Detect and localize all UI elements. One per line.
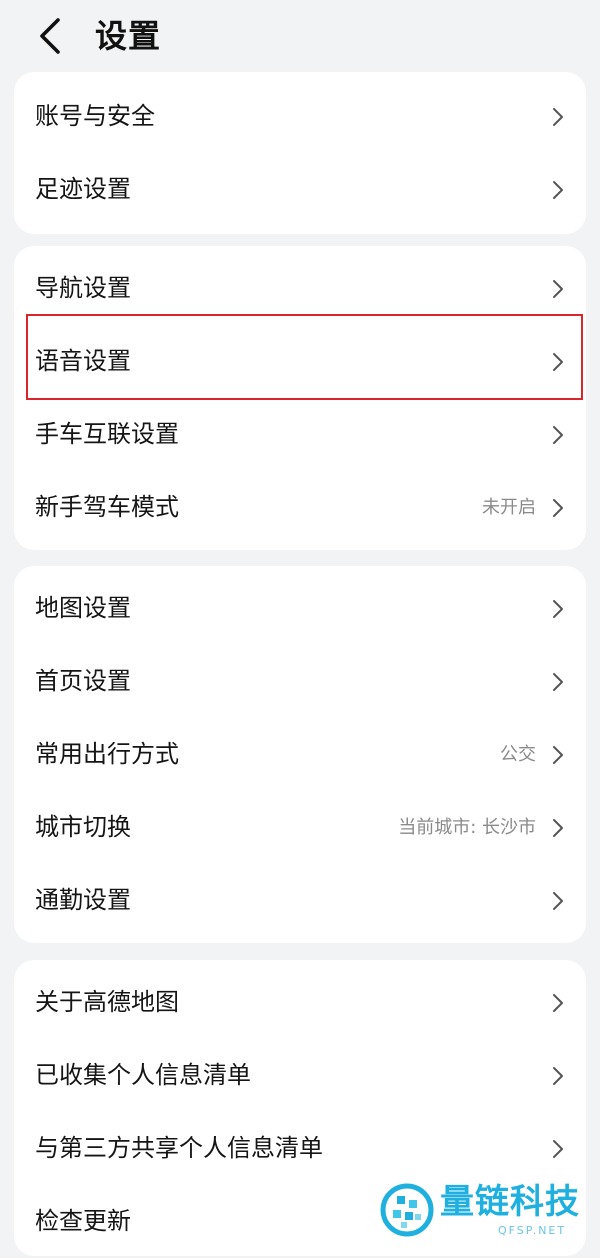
settings-group-map: 地图设置 首页设置 常用出行方式 公交 城市切换 当前城市: 长沙市 通勤设置 <box>14 566 586 943</box>
settings-row-novice-driving[interactable]: 新手驾车模式 未开启 <box>14 471 586 544</box>
settings-row-travel-mode[interactable]: 常用出行方式 公交 <box>14 718 586 791</box>
settings-row-about[interactable]: 关于高德地图 <box>14 966 586 1039</box>
chevron-right-icon <box>552 672 564 692</box>
chevron-right-icon <box>552 425 564 445</box>
row-label: 城市切换 <box>35 813 131 841</box>
settings-row-collected-info[interactable]: 已收集个人信息清单 <box>14 1039 586 1112</box>
row-label: 检查更新 <box>35 1207 131 1235</box>
row-value: 未开启 <box>482 497 536 518</box>
chevron-right-icon <box>552 599 564 619</box>
row-label: 语音设置 <box>35 347 131 375</box>
watermark: 量链科技 QFSP.NET <box>378 1180 600 1242</box>
settings-row-city-switch[interactable]: 城市切换 当前城市: 长沙市 <box>14 791 586 864</box>
row-label: 足迹设置 <box>35 175 131 203</box>
page-title: 设置 <box>95 17 162 55</box>
settings-row-voice[interactable]: 语音设置 <box>14 325 586 398</box>
back-button[interactable] <box>30 12 74 60</box>
row-label: 导航设置 <box>35 274 131 302</box>
chevron-left-icon <box>40 18 60 54</box>
row-label: 与第三方共享个人信息清单 <box>35 1134 323 1162</box>
settings-row-homepage[interactable]: 首页设置 <box>14 645 586 718</box>
settings-row-commute[interactable]: 通勤设置 <box>14 864 586 937</box>
chevron-right-icon <box>552 993 564 1013</box>
settings-row-navigation[interactable]: 导航设置 <box>14 252 586 325</box>
settings-row-shared-info[interactable]: 与第三方共享个人信息清单 <box>14 1112 586 1185</box>
chevron-right-icon <box>552 279 564 299</box>
settings-row-car-connect[interactable]: 手车互联设置 <box>14 398 586 471</box>
watermark-logo-icon <box>380 1183 434 1237</box>
watermark-subtext: QFSP.NET <box>498 1224 567 1237</box>
chevron-right-icon <box>552 1066 564 1086</box>
settings-row-map[interactable]: 地图设置 <box>14 572 586 645</box>
header-bar: 设置 <box>0 0 600 70</box>
row-label: 手车互联设置 <box>35 420 179 448</box>
row-label: 常用出行方式 <box>35 740 179 768</box>
row-label: 通勤设置 <box>35 886 131 914</box>
chevron-right-icon <box>552 818 564 838</box>
row-value: 公交 <box>500 744 536 765</box>
row-label: 已收集个人信息清单 <box>35 1061 251 1089</box>
settings-row-footprint[interactable]: 足迹设置 <box>14 153 586 226</box>
chevron-right-icon <box>552 1139 564 1159</box>
row-label: 首页设置 <box>35 667 131 695</box>
chevron-right-icon <box>552 107 564 127</box>
chevron-right-icon <box>552 180 564 200</box>
row-label: 新手驾车模式 <box>35 493 179 521</box>
chevron-right-icon <box>552 498 564 518</box>
row-label: 地图设置 <box>35 594 131 622</box>
chevron-right-icon <box>552 352 564 372</box>
row-label: 账号与安全 <box>35 102 155 130</box>
row-label: 关于高德地图 <box>35 988 179 1016</box>
watermark-text: 量链科技 <box>440 1182 580 1222</box>
chevron-right-icon <box>552 891 564 911</box>
row-value: 当前城市: 长沙市 <box>398 817 536 838</box>
settings-row-account-security[interactable]: 账号与安全 <box>14 80 586 153</box>
settings-group-account: 账号与安全 足迹设置 <box>14 72 586 234</box>
settings-group-navigation: 导航设置 语音设置 手车互联设置 新手驾车模式 未开启 <box>14 246 586 550</box>
chevron-right-icon <box>552 745 564 765</box>
